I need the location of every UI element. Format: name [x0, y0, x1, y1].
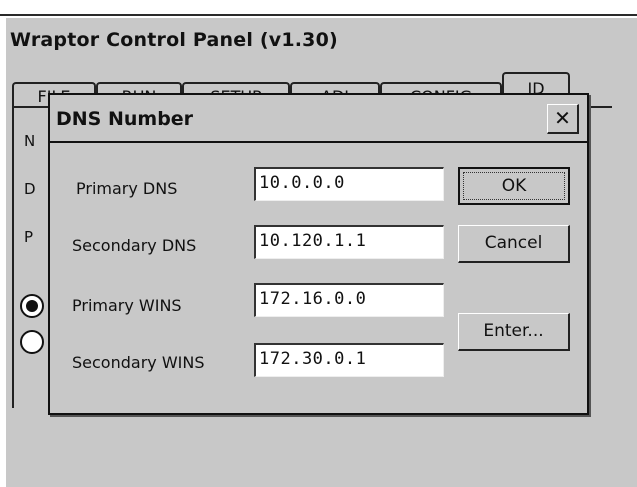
secondary-wins-field[interactable]: 172.30.0.1 — [254, 343, 444, 377]
window-title: Wraptor Control Panel (v1.30) — [10, 29, 338, 51]
ok-button-focus: OK — [463, 172, 565, 200]
secondary-dns-field[interactable]: 10.120.1.1 — [254, 225, 444, 259]
radio-option-2[interactable] — [20, 330, 44, 354]
secondary-dns-value: 10.120.1.1 — [259, 231, 367, 251]
dialog-title: DNS Number — [56, 108, 194, 130]
primary-wins-value: 172.16.0.0 — [259, 289, 367, 309]
enter-button[interactable]: Enter... — [458, 313, 570, 351]
radio-option-1[interactable] — [20, 294, 44, 318]
secondary-wins-label: Secondary WINS — [72, 353, 205, 372]
secondary-dns-label: Secondary DNS — [72, 236, 197, 255]
title-bar: Wraptor Control Panel (v1.30) — [6, 18, 637, 63]
background-label-p: P — [24, 228, 34, 246]
ok-button[interactable]: OK — [458, 167, 570, 205]
enter-button-label: Enter... — [483, 321, 544, 341]
primary-dns-value: 10.0.0.0 — [259, 173, 345, 193]
background-label-d: D — [24, 180, 36, 198]
primary-dns-label: Primary DNS — [76, 179, 178, 198]
close-button[interactable]: ✕ — [547, 104, 579, 134]
background-label-name: N — [24, 132, 36, 150]
ok-button-label: OK — [501, 176, 527, 196]
close-icon: ✕ — [554, 106, 571, 130]
dns-number-dialog: DNS Number ✕ Primary DNS 10.0.0.0 Second… — [48, 93, 589, 415]
control-panel-window: Wraptor Control Panel (v1.30) FILE RUN S… — [0, 0, 637, 487]
cancel-button[interactable]: Cancel — [458, 225, 570, 263]
primary-wins-field[interactable]: 172.16.0.0 — [254, 283, 444, 317]
primary-dns-field[interactable]: 10.0.0.0 — [254, 167, 444, 201]
top-divider — [0, 14, 637, 16]
primary-wins-label: Primary WINS — [72, 296, 182, 315]
cancel-button-label: Cancel — [484, 233, 543, 253]
dialog-title-bar: DNS Number ✕ — [50, 95, 587, 143]
secondary-wins-value: 172.30.0.1 — [259, 349, 367, 369]
